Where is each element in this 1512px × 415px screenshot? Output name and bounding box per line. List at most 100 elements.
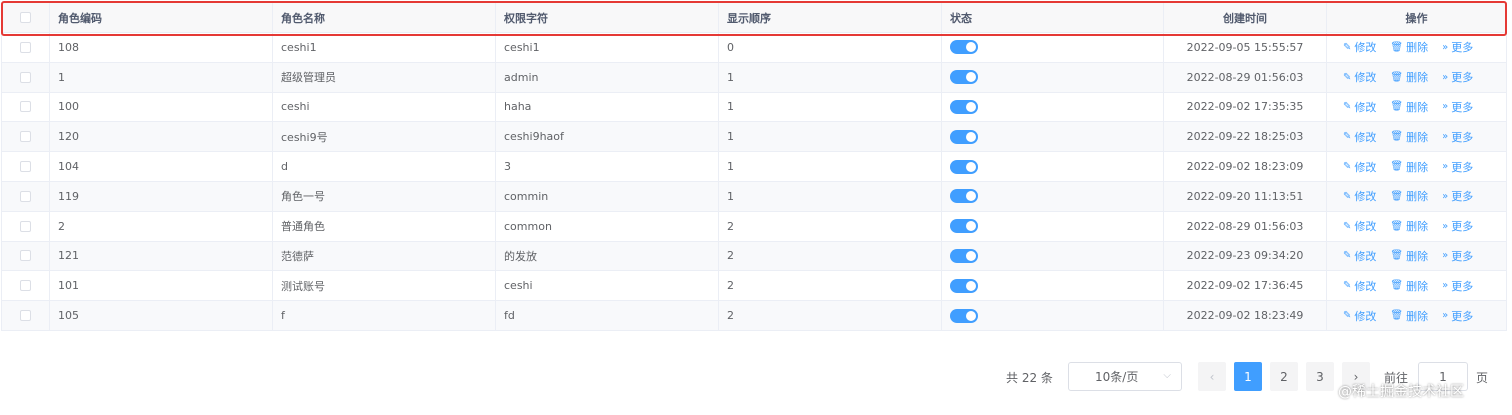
header-display-order[interactable]: 显示顺序	[719, 3, 942, 32]
permission-cell: admin	[496, 62, 719, 92]
display-order-cell: 2	[719, 271, 942, 301]
edit-label: 修改	[1354, 41, 1377, 55]
trash-icon: 🗑	[1390, 131, 1404, 143]
display-order-cell: 2	[719, 301, 942, 330]
status-toggle[interactable]	[950, 308, 978, 323]
edit-button[interactable]: ✎ 修改	[1343, 129, 1376, 145]
row-checkbox[interactable]	[20, 250, 31, 262]
row-checkbox[interactable]	[20, 41, 31, 53]
delete-button[interactable]: 🗑 删除	[1390, 218, 1428, 234]
header-status[interactable]: 状态	[942, 3, 1164, 32]
created-time-cell: 2022-09-05 15:55:57	[1164, 33, 1327, 62]
status-toggle[interactable]	[950, 159, 978, 174]
display-order-cell: 1	[719, 122, 942, 152]
status-toggle[interactable]	[950, 99, 978, 114]
row-checkbox[interactable]	[20, 220, 31, 232]
delete-button[interactable]: 🗑 删除	[1390, 188, 1428, 204]
more-button[interactable]: » 更多	[1442, 278, 1473, 294]
edit-button[interactable]: ✎ 修改	[1343, 69, 1376, 85]
select-all-checkbox[interactable]	[20, 12, 31, 23]
header-permission[interactable]: 权限字符	[496, 3, 719, 32]
status-toggle[interactable]	[950, 40, 978, 55]
delete-button[interactable]: 🗑 删除	[1390, 159, 1428, 175]
edit-icon: ✎	[1343, 310, 1352, 322]
delete-button[interactable]: 🗑 删除	[1390, 39, 1428, 55]
delete-button[interactable]: 🗑 删除	[1390, 248, 1428, 264]
role-name-cell: 范德萨	[273, 241, 496, 271]
header-created-time[interactable]: 创建时间	[1164, 3, 1327, 32]
permission-cell: commin	[496, 181, 719, 211]
chevron-down-icon: ⌵	[1163, 370, 1171, 381]
more-button[interactable]: » 更多	[1442, 188, 1473, 204]
status-toggle[interactable]	[950, 189, 978, 204]
more-button[interactable]: » 更多	[1442, 159, 1473, 175]
row-checkbox[interactable]	[20, 161, 31, 173]
more-label: 更多	[1451, 309, 1474, 323]
delete-button[interactable]: 🗑 删除	[1390, 308, 1428, 324]
header-role-code[interactable]: 角色编码	[50, 3, 273, 32]
row-checkbox[interactable]	[20, 71, 31, 83]
display-order-cell: 2	[719, 211, 942, 241]
row-checkbox[interactable]	[20, 310, 31, 322]
role-name-cell: 测试账号	[273, 271, 496, 301]
more-button[interactable]: » 更多	[1442, 308, 1473, 324]
delete-button[interactable]: 🗑 删除	[1390, 129, 1428, 145]
row-checkbox[interactable]	[20, 190, 31, 202]
delete-button[interactable]: 🗑 删除	[1390, 99, 1428, 115]
row-checkbox[interactable]	[20, 131, 31, 143]
status-toggle[interactable]	[950, 129, 978, 144]
page-button-1[interactable]: 1	[1234, 362, 1262, 391]
table-row: 105 f fd 2 2022-09-02 18:23:49 ✎ 修改 🗑 删除 »…	[2, 301, 1506, 331]
more-button[interactable]: » 更多	[1442, 129, 1473, 145]
delete-button[interactable]: 🗑 删除	[1390, 69, 1428, 85]
permission-cell: common	[496, 211, 719, 241]
table-row: 121 范德萨 的发放 2 2022-09-23 09:34:20 ✎ 修改 🗑 删…	[2, 241, 1506, 272]
delete-label: 删除	[1406, 190, 1429, 204]
edit-icon: ✎	[1343, 280, 1352, 292]
status-toggle[interactable]	[950, 219, 978, 234]
pagination-total: 共 22 条	[1006, 371, 1053, 385]
delete-label: 删除	[1406, 160, 1429, 174]
more-button[interactable]: » 更多	[1442, 99, 1473, 115]
double-chevron-right-icon: »	[1442, 101, 1449, 113]
edit-icon: ✎	[1343, 41, 1352, 53]
trash-icon: 🗑	[1390, 250, 1404, 262]
created-time-cell: 2022-09-02 17:35:35	[1164, 92, 1327, 122]
role-table: 角色编码 角色名称 权限字符 显示顺序 状态 创建时间 操作 108 ceshi…	[1, 3, 1507, 331]
permission-cell: ceshi1	[496, 33, 719, 62]
status-toggle[interactable]	[950, 70, 978, 85]
status-toggle[interactable]	[950, 248, 978, 263]
more-button[interactable]: » 更多	[1442, 69, 1473, 85]
edit-button[interactable]: ✎ 修改	[1343, 159, 1376, 175]
page-button-3[interactable]: 3	[1306, 362, 1334, 391]
table-row: 1 超级管理员 admin 1 2022-08-29 01:56:03 ✎ 修改 …	[2, 62, 1506, 93]
table-row: 100 ceshi haha 1 2022-09-02 17:35:35 ✎ 修改…	[2, 92, 1506, 123]
edit-button[interactable]: ✎ 修改	[1343, 248, 1376, 264]
page-suffix-label: 页	[1476, 371, 1489, 385]
status-cell	[942, 152, 1164, 181]
edit-icon: ✎	[1343, 101, 1352, 113]
more-button[interactable]: » 更多	[1442, 39, 1473, 55]
more-button[interactable]: » 更多	[1442, 248, 1473, 264]
row-checkbox[interactable]	[20, 280, 31, 292]
more-label: 更多	[1451, 71, 1474, 85]
edit-label: 修改	[1354, 130, 1377, 144]
page-button-2[interactable]: 2	[1270, 362, 1298, 391]
prev-page-button[interactable]: ‹	[1198, 362, 1226, 391]
created-time-cell: 2022-08-29 01:56:03	[1164, 62, 1327, 92]
edit-button[interactable]: ✎ 修改	[1343, 99, 1376, 115]
edit-button[interactable]: ✎ 修改	[1343, 308, 1376, 324]
role-code-cell: 108	[50, 33, 273, 62]
edit-button[interactable]: ✎ 修改	[1343, 188, 1376, 204]
status-toggle[interactable]	[950, 278, 978, 293]
page-size-select[interactable]: 10条/页 ⌵	[1068, 362, 1182, 391]
status-cell	[942, 33, 1164, 62]
more-button[interactable]: » 更多	[1442, 218, 1473, 234]
header-role-name[interactable]: 角色名称	[273, 3, 496, 32]
edit-button[interactable]: ✎ 修改	[1343, 218, 1376, 234]
edit-button[interactable]: ✎ 修改	[1343, 39, 1376, 55]
edit-button[interactable]: ✎ 修改	[1343, 278, 1376, 294]
delete-button[interactable]: 🗑 删除	[1390, 278, 1428, 294]
row-checkbox[interactable]	[20, 101, 31, 113]
operations-cell: ✎ 修改 🗑 删除 » 更多	[1327, 301, 1506, 330]
